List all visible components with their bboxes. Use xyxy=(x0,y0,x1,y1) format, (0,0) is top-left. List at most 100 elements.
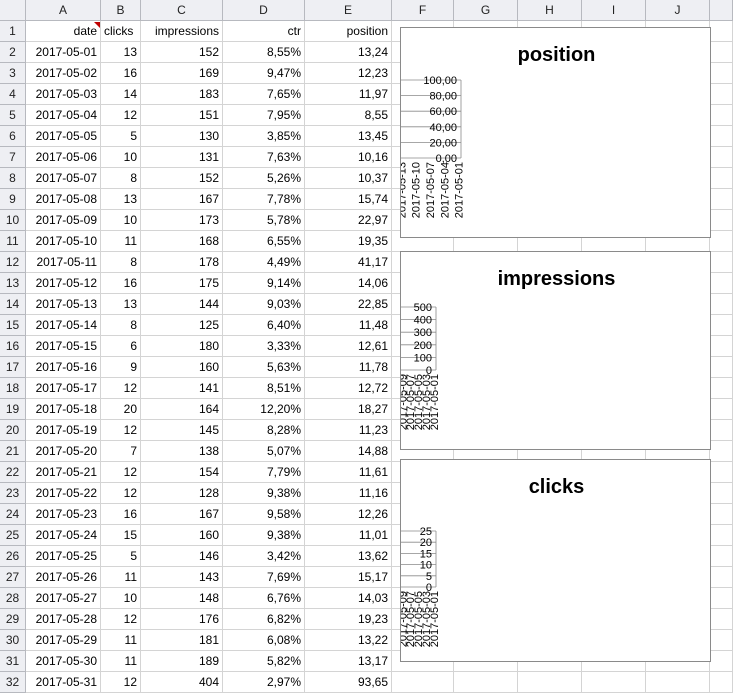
empty-cell[interactable] xyxy=(710,21,733,42)
data-cell[interactable]: 404 xyxy=(141,672,223,693)
data-cell[interactable]: 7,69% xyxy=(223,567,305,588)
data-cell[interactable]: 145 xyxy=(141,420,223,441)
data-cell[interactable]: 2017-05-12 xyxy=(26,273,101,294)
row-header-4[interactable]: 4 xyxy=(0,84,26,105)
data-cell[interactable]: 13 xyxy=(101,42,141,63)
column-header-g[interactable]: G xyxy=(454,0,518,21)
data-cell[interactable]: 6 xyxy=(101,336,141,357)
data-cell[interactable]: 2017-05-03 xyxy=(26,84,101,105)
data-cell[interactable]: 22,97 xyxy=(305,210,392,231)
data-cell[interactable]: 12 xyxy=(101,462,141,483)
data-cell[interactable]: 11,78 xyxy=(305,357,392,378)
row-header-3[interactable]: 3 xyxy=(0,63,26,84)
data-cell[interactable]: 9,38% xyxy=(223,525,305,546)
data-cell[interactable]: 11,23 xyxy=(305,420,392,441)
data-cell[interactable]: 8 xyxy=(101,168,141,189)
empty-cell[interactable] xyxy=(710,63,733,84)
data-cell[interactable]: 160 xyxy=(141,525,223,546)
column-header-f[interactable]: F xyxy=(392,0,454,21)
empty-cell[interactable] xyxy=(710,672,733,693)
data-cell[interactable]: 14,06 xyxy=(305,273,392,294)
data-cell[interactable]: 152 xyxy=(141,42,223,63)
data-cell[interactable]: 2017-05-16 xyxy=(26,357,101,378)
empty-cell[interactable] xyxy=(710,252,733,273)
data-cell[interactable]: 12,23 xyxy=(305,63,392,84)
row-header-1[interactable]: 1 xyxy=(0,21,26,42)
data-cell[interactable]: 2017-05-26 xyxy=(26,567,101,588)
column-header-h[interactable]: H xyxy=(518,0,582,21)
data-cell[interactable]: 10 xyxy=(101,147,141,168)
row-header-32[interactable]: 32 xyxy=(0,672,26,693)
data-cell[interactable]: 11 xyxy=(101,651,141,672)
data-cell[interactable]: 13,62 xyxy=(305,546,392,567)
data-cell[interactable]: 15 xyxy=(101,525,141,546)
row-header-25[interactable]: 25 xyxy=(0,525,26,546)
row-header-17[interactable]: 17 xyxy=(0,357,26,378)
comment-indicator[interactable] xyxy=(94,22,100,28)
data-cell[interactable]: 8 xyxy=(101,252,141,273)
data-cell[interactable]: 2017-05-29 xyxy=(26,630,101,651)
row-header-5[interactable]: 5 xyxy=(0,105,26,126)
data-cell[interactable]: 8,55% xyxy=(223,42,305,63)
empty-cell[interactable] xyxy=(518,672,582,693)
row-header-21[interactable]: 21 xyxy=(0,441,26,462)
empty-cell[interactable] xyxy=(710,651,733,672)
empty-cell[interactable] xyxy=(710,168,733,189)
data-cell[interactable]: 12 xyxy=(101,483,141,504)
column-header-b[interactable]: B xyxy=(101,0,141,21)
data-cell[interactable]: 8 xyxy=(101,315,141,336)
data-cell[interactable]: 13,45 xyxy=(305,126,392,147)
empty-cell[interactable] xyxy=(710,231,733,252)
data-cell[interactable]: 181 xyxy=(141,630,223,651)
header-cell-ctr[interactable]: ctr xyxy=(223,21,305,42)
empty-cell[interactable] xyxy=(582,672,646,693)
data-cell[interactable]: 144 xyxy=(141,294,223,315)
empty-cell[interactable] xyxy=(710,315,733,336)
empty-cell[interactable] xyxy=(710,189,733,210)
data-cell[interactable]: 2017-05-20 xyxy=(26,441,101,462)
empty-cell[interactable] xyxy=(710,588,733,609)
data-cell[interactable]: 168 xyxy=(141,231,223,252)
column-header-i[interactable]: I xyxy=(582,0,646,21)
data-cell[interactable]: 167 xyxy=(141,189,223,210)
data-cell[interactable]: 180 xyxy=(141,336,223,357)
data-cell[interactable]: 13,17 xyxy=(305,651,392,672)
data-cell[interactable]: 7,95% xyxy=(223,105,305,126)
data-cell[interactable]: 6,08% xyxy=(223,630,305,651)
data-cell[interactable]: 20 xyxy=(101,399,141,420)
empty-cell[interactable] xyxy=(646,672,710,693)
data-cell[interactable]: 11 xyxy=(101,630,141,651)
data-cell[interactable]: 5,07% xyxy=(223,441,305,462)
row-header-14[interactable]: 14 xyxy=(0,294,26,315)
header-cell-position[interactable]: position xyxy=(305,21,392,42)
data-cell[interactable]: 2017-05-09 xyxy=(26,210,101,231)
row-header-31[interactable]: 31 xyxy=(0,651,26,672)
row-header-28[interactable]: 28 xyxy=(0,588,26,609)
data-cell[interactable]: 9,03% xyxy=(223,294,305,315)
data-cell[interactable]: 2017-05-14 xyxy=(26,315,101,336)
data-cell[interactable]: 12 xyxy=(101,105,141,126)
data-cell[interactable]: 2017-05-06 xyxy=(26,147,101,168)
data-cell[interactable]: 152 xyxy=(141,168,223,189)
data-cell[interactable]: 2017-05-21 xyxy=(26,462,101,483)
data-cell[interactable]: 2017-05-22 xyxy=(26,483,101,504)
data-cell[interactable]: 10 xyxy=(101,210,141,231)
data-cell[interactable]: 3,42% xyxy=(223,546,305,567)
empty-cell[interactable] xyxy=(710,42,733,63)
data-cell[interactable]: 16 xyxy=(101,504,141,525)
data-cell[interactable]: 11,16 xyxy=(305,483,392,504)
data-cell[interactable]: 2017-05-13 xyxy=(26,294,101,315)
data-cell[interactable]: 14,88 xyxy=(305,441,392,462)
empty-cell[interactable] xyxy=(710,525,733,546)
data-cell[interactable]: 175 xyxy=(141,273,223,294)
data-cell[interactable]: 12 xyxy=(101,609,141,630)
data-cell[interactable]: 2017-05-01 xyxy=(26,42,101,63)
row-header-7[interactable]: 7 xyxy=(0,147,26,168)
data-cell[interactable]: 12,72 xyxy=(305,378,392,399)
data-cell[interactable]: 2017-05-19 xyxy=(26,420,101,441)
data-cell[interactable]: 9,14% xyxy=(223,273,305,294)
column-header-j[interactable]: J xyxy=(646,0,710,21)
data-cell[interactable]: 16 xyxy=(101,273,141,294)
data-cell[interactable]: 189 xyxy=(141,651,223,672)
data-cell[interactable]: 160 xyxy=(141,357,223,378)
